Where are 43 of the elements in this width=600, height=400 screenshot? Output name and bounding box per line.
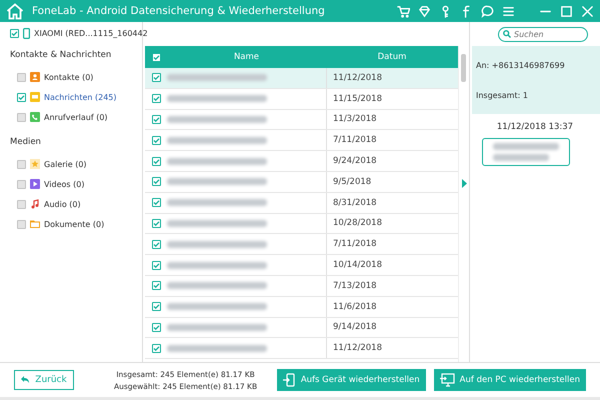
group-title: Medien — [10, 137, 42, 147]
table-cell: 7/11/2018 — [326, 234, 458, 254]
device-name: XIAOMI (RED...1115_160442 — [34, 29, 148, 38]
category-item[interactable]: Kontakte (0) — [44, 72, 94, 82]
table-row[interactable]: 10/14/2018 — [145, 255, 458, 276]
table-row[interactable]: 9/14/2018 — [145, 318, 458, 338]
table-cell: 11/3/2018 — [326, 110, 458, 130]
table-cell: 10/28/2018 — [326, 214, 458, 234]
category-item[interactable]: Videos (0) — [44, 180, 84, 188]
table-cell: 11/12/2018 — [326, 338, 458, 358]
table-row[interactable]: 8/31/2018 — [145, 192, 458, 214]
recipient-text: An: +8613146987699 — [476, 60, 566, 70]
table-cell: 8/31/2018 — [326, 192, 458, 213]
table-row[interactable]: 7/13/2018 — [145, 276, 458, 297]
group-title: Kontakte & Nachrichten — [10, 50, 112, 60]
category-item[interactable]: Nachrichten (245) — [44, 92, 117, 102]
table-cell: 9/14/2018 — [326, 318, 458, 338]
search-field[interactable]: Suchen — [498, 26, 588, 42]
category-item[interactable]: Galerie (0) — [44, 160, 87, 168]
table-cell: 9/5/2018 — [326, 172, 458, 192]
table-cell: 9/24/2018 — [326, 151, 458, 171]
table-cell: 11/15/2018 — [326, 88, 458, 109]
table-cell: 7/13/2018 — [326, 276, 458, 296]
category-item[interactable]: Anrufverlauf (0) — [44, 112, 108, 122]
category-item[interactable]: Audio (0) — [44, 200, 81, 208]
table-cell: 11/6/2018 — [326, 296, 458, 317]
table-cell: 7/11/2018 — [326, 130, 458, 150]
table-row[interactable]: 7/11/2018 — [145, 130, 458, 152]
message-timestamp: 11/12/2018 13:37 — [496, 122, 574, 132]
table-row[interactable]: 10/28/2018 — [145, 214, 458, 234]
table-row[interactable]: 9/24/2018 — [145, 151, 458, 172]
table-row[interactable]: 11/6/2018 — [145, 296, 458, 318]
table-row[interactable]: 11/3/2018 — [145, 110, 458, 130]
table-row[interactable]: 11/12/2018 — [145, 338, 458, 360]
table-row[interactable]: 7/11/2018 — [145, 234, 458, 256]
window-title: FoneLab - Android Datensicherung & Wiederherstellung — [32, 5, 326, 17]
table-cell: 11/12/2018 — [326, 68, 458, 88]
table-row[interactable]: 11/12/2018 — [145, 68, 458, 89]
table-cell: 10/14/2018 — [326, 255, 458, 275]
category-item[interactable]: Dokumente (0) — [44, 220, 104, 228]
table-row[interactable]: 9/5/2018 — [145, 172, 458, 193]
total-text: Insgesamt: 1 — [476, 90, 529, 100]
table-row[interactable]: 11/15/2018 — [145, 88, 458, 110]
